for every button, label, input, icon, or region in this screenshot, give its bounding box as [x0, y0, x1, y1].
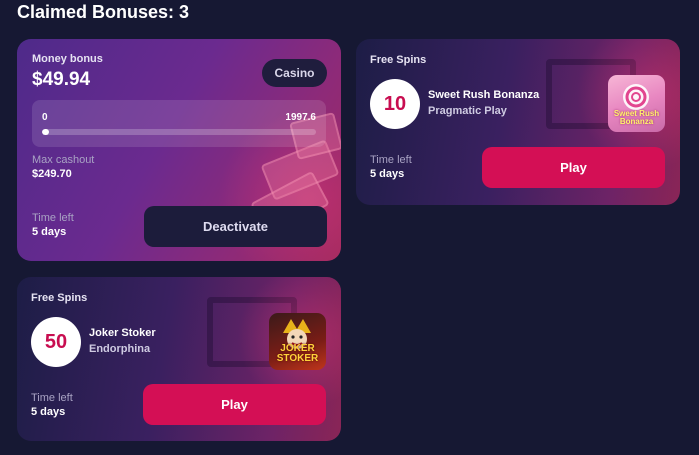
spins-count-badge: 10 — [370, 79, 420, 129]
progress-min-label: 0 — [42, 112, 48, 123]
progress-track — [42, 129, 316, 135]
max-cashout-label: Max cashout — [32, 154, 95, 166]
spins-count-badge: 50 — [31, 317, 81, 367]
progress-fill — [42, 129, 49, 135]
free-spins-card: Free Spins 50 Joker Stoker Endorphina JO… — [17, 277, 341, 441]
game-title: Sweet Rush Bonanza — [428, 89, 540, 101]
bonus-type-label: Free Spins — [370, 54, 427, 66]
time-left-label: Time left — [370, 154, 412, 166]
game-thumbnail-caption: JOKER STOKER — [276, 343, 319, 364]
page-title: Claimed Bonuses: 3 — [17, 2, 190, 22]
time-left-value: 5 days — [31, 406, 66, 418]
game-provider: Pragmatic Play — [428, 105, 507, 117]
claimed-bonuses-page: Claimed Bonuses: 3 Money bonus $49.94 Ca… — [0, 0, 699, 455]
game-title: Joker Stoker — [89, 327, 156, 339]
max-cashout-value: $249.70 — [32, 168, 72, 180]
bonus-type-label: Money bonus — [32, 53, 103, 65]
deactivate-button[interactable]: Deactivate — [144, 206, 327, 247]
wagering-progress: 0 1997.6 — [32, 100, 326, 147]
game-thumbnail-caption: Sweet Rush Bonanza — [613, 109, 660, 126]
casino-category-badge: Casino — [262, 59, 327, 87]
progress-max-label: 1997.6 — [285, 112, 316, 123]
game-thumbnail[interactable]: JOKER STOKER — [269, 313, 326, 370]
time-left-value: 5 days — [370, 168, 405, 180]
free-spins-card: Free Spins 10 Sweet Rush Bonanza Pragmat… — [356, 39, 680, 205]
play-button[interactable]: Play — [482, 147, 665, 188]
play-button[interactable]: Play — [143, 384, 326, 425]
time-left-label: Time left — [31, 392, 73, 404]
bonus-amount: $49.94 — [32, 69, 91, 90]
bonus-type-label: Free Spins — [31, 292, 88, 304]
money-bonus-card: Money bonus $49.94 Casino 0 1997.6 Max c… — [17, 39, 341, 261]
game-provider: Endorphina — [89, 343, 151, 355]
banknote-decoration-icon — [260, 139, 340, 201]
time-left-value: 5 days — [32, 226, 67, 238]
game-thumbnail[interactable]: Sweet Rush Bonanza — [608, 75, 665, 132]
time-left-label: Time left — [32, 212, 74, 224]
